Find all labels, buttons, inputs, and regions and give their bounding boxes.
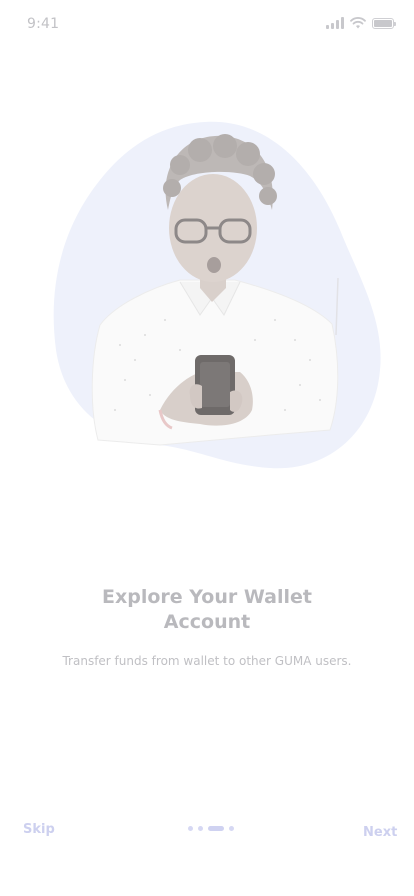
page-dot-3-active (208, 826, 224, 831)
status-icons (326, 16, 396, 30)
onboarding-title: Explore Your Wallet Account (0, 585, 414, 635)
wifi-icon (350, 17, 366, 29)
onboarding-title-line2: Account (163, 611, 251, 633)
status-time: 9:41 (27, 16, 60, 32)
battery-icon (372, 17, 396, 29)
page-dot-2 (198, 826, 203, 831)
onboarding-description: Transfer funds from wallet to other GUMA… (62, 654, 352, 668)
page-indicator (188, 826, 234, 831)
skip-button[interactable]: Skip (23, 822, 55, 837)
page-dot-4 (229, 826, 234, 831)
next-button[interactable]: Next (363, 825, 397, 840)
signal-icon (326, 17, 344, 29)
status-bar: 9:41 (0, 0, 414, 48)
woman-with-phone-illustration (40, 110, 390, 480)
page-dot-1 (188, 826, 193, 831)
onboarding-title-line1: Explore Your Wallet (102, 586, 312, 608)
